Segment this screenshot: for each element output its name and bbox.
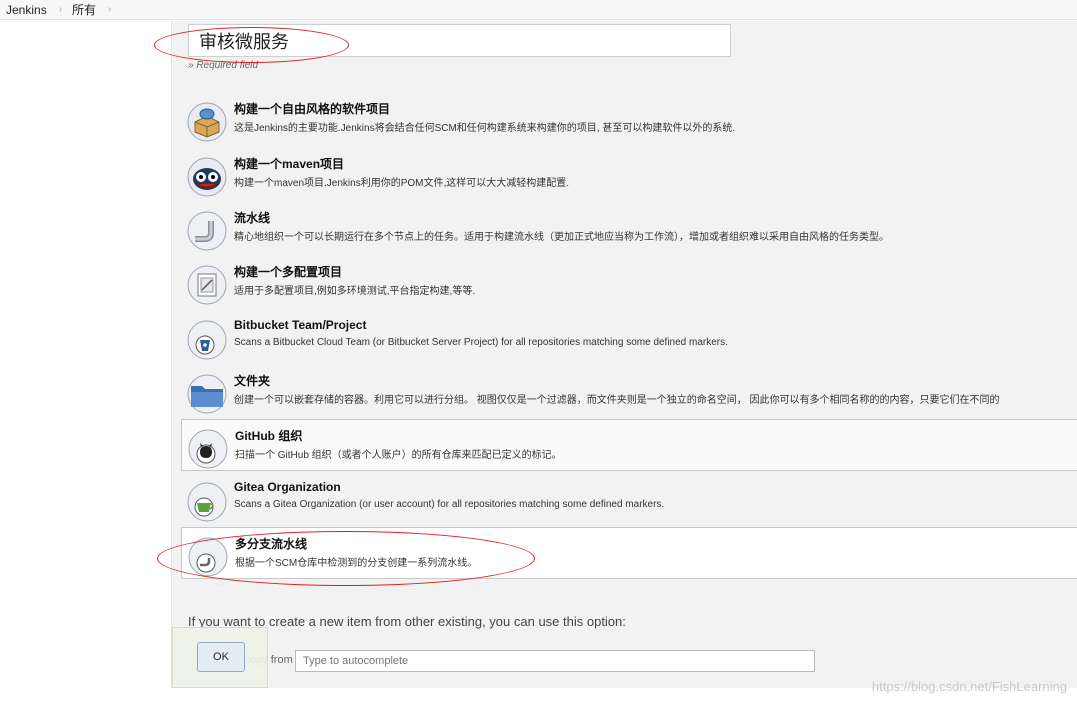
item-type-github-org[interactable]: GitHub 组织 扫描一个 GitHub 组织（或者个人账户）的所有仓库来匹配… bbox=[181, 419, 1077, 471]
item-type-folder[interactable]: 文件夹 创建一个可以嵌套存储的容器。利用它可以进行分组。 视图仅仅是一个过滤器，… bbox=[181, 365, 1077, 417]
item-type-freestyle[interactable]: 构建一个自由风格的软件项目 这是Jenkins的主要功能.Jenkins将会结合… bbox=[181, 93, 1077, 145]
freestyle-box-icon bbox=[187, 102, 227, 142]
item-type-bitbucket[interactable]: Bitbucket Team/Project Scans a Bitbucket… bbox=[181, 311, 1077, 363]
item-type-title: 构建一个自由风格的软件项目 bbox=[234, 102, 391, 116]
item-name-input[interactable] bbox=[188, 24, 731, 57]
item-type-title: 流水线 bbox=[234, 211, 271, 225]
item-type-multibranch-pipeline[interactable]: 多分支流水线 根据一个SCM仓库中检测到的分支创建一系列流水线。 bbox=[181, 527, 1077, 579]
multibranch-pipeline-icon bbox=[188, 537, 228, 577]
matrix-project-icon bbox=[187, 265, 227, 305]
item-type-description: 创建一个可以嵌套存储的容器。利用它可以进行分组。 视图仅仅是一个过滤器，而文件夹… bbox=[234, 395, 1000, 406]
copy-from-input[interactable] bbox=[295, 650, 815, 672]
required-field-hint: » Required field bbox=[188, 60, 259, 71]
maven-owl-icon bbox=[187, 157, 227, 197]
item-name-section: » Required field bbox=[172, 21, 1077, 85]
item-type-title: Bitbucket Team/Project bbox=[234, 318, 367, 332]
chevron-right-icon[interactable]: › bbox=[108, 4, 111, 15]
gitea-teacup-icon bbox=[187, 482, 227, 522]
breadcrumb-all[interactable]: 所有 bbox=[72, 1, 96, 18]
breadcrumb: Jenkins › 所有 › bbox=[0, 0, 1077, 20]
ok-button[interactable]: OK bbox=[197, 642, 245, 672]
item-type-description: 精心地组织一个可以长期运行在多个节点上的任务。适用于构建流水线（更加正式地应当称… bbox=[234, 232, 889, 243]
folder-icon bbox=[187, 374, 227, 414]
item-type-title: 构建一个多配置项目 bbox=[234, 265, 343, 279]
item-type-description: 根据一个SCM仓库中检测到的分支创建一系列流水线。 bbox=[235, 558, 478, 569]
item-type-description: Scans a Bitbucket Cloud Team (or Bitbuck… bbox=[234, 337, 728, 348]
item-type-description: 扫描一个 GitHub 组织（或者个人账户）的所有仓库来匹配已定义的标记。 bbox=[235, 450, 562, 461]
breadcrumb-jenkins[interactable]: Jenkins bbox=[6, 3, 47, 17]
item-type-description: 这是Jenkins的主要功能.Jenkins将会结合任何SCM和任何构建系统来构… bbox=[234, 123, 736, 134]
bitbucket-icon bbox=[187, 320, 227, 360]
item-type-title: 构建一个maven项目 bbox=[234, 157, 345, 171]
chevron-right-icon: › bbox=[58, 4, 63, 15]
item-type-pipeline[interactable]: 流水线 精心地组织一个可以长期运行在多个节点上的任务。适用于构建流水线（更加正式… bbox=[181, 202, 1077, 254]
item-type-gitea-org[interactable]: Gitea Organization Scans a Gitea Organiz… bbox=[181, 473, 1077, 525]
github-octocat-icon bbox=[188, 429, 228, 469]
copy-from-section: If you want to create a new item from ot… bbox=[172, 597, 1077, 688]
ok-button-container: OK bbox=[172, 627, 268, 688]
item-type-description: 构建一个maven项目.Jenkins利用你的POM文件,这样可以大大减轻构建配… bbox=[234, 178, 570, 189]
item-type-title: Gitea Organization bbox=[234, 480, 341, 494]
pipeline-pipe-icon bbox=[187, 211, 227, 251]
item-type-description: Scans a Gitea Organization (or user acco… bbox=[234, 499, 665, 510]
item-type-title: 多分支流水线 bbox=[235, 537, 308, 551]
item-type-description: 适用于多配置项目,例如多环境测试,平台指定构建,等等. bbox=[234, 286, 476, 297]
item-type-title: 文件夹 bbox=[234, 374, 271, 388]
item-type-maven[interactable]: 构建一个maven项目 构建一个maven项目.Jenkins利用你的POM文件… bbox=[181, 148, 1077, 200]
item-type-multi-config[interactable]: 构建一个多配置项目 适用于多配置项目,例如多环境测试,平台指定构建,等等. bbox=[181, 256, 1077, 308]
watermark: https://blog.csdn.net/FishLearning bbox=[871, 679, 1067, 694]
item-type-title: GitHub 组织 bbox=[235, 429, 303, 443]
new-item-panel: » Required field 构建一个自由风格的软件项目 这是Jenkins… bbox=[171, 21, 1077, 688]
